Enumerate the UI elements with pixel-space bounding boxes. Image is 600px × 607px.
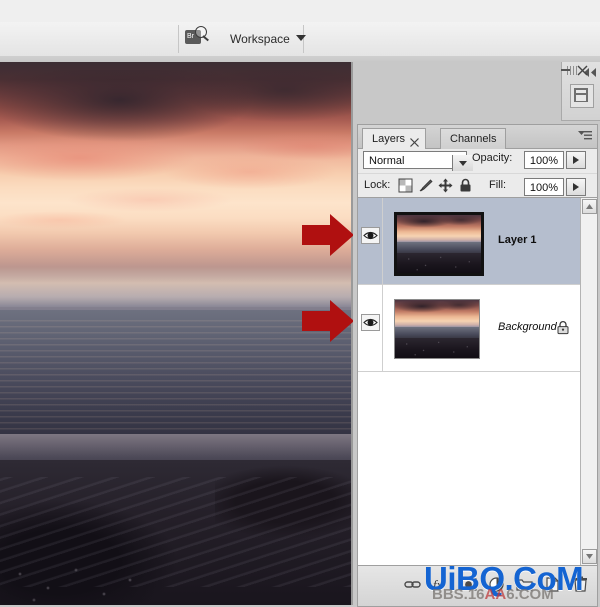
scrollbar[interactable] [580, 198, 597, 565]
arrow-to-layer-1 [302, 212, 354, 258]
chain-link-icon[interactable] [402, 574, 423, 595]
thumbnail-image [397, 215, 481, 273]
tab-close-icon[interactable] [410, 134, 419, 147]
eye-icon[interactable] [361, 227, 380, 244]
padlock-icon [556, 320, 570, 335]
move-cross-icon[interactable] [438, 178, 453, 193]
tab-layers-label: Layers [372, 133, 406, 145]
image-horizon [0, 267, 351, 307]
scroll-down-icon[interactable] [582, 549, 597, 564]
scroll-up-icon[interactable] [582, 199, 597, 214]
layer-thumbnail[interactable] [394, 212, 484, 276]
panel-window-buttons [561, 63, 600, 79]
arrow-to-background [302, 298, 354, 344]
padlock-icon[interactable] [458, 178, 473, 193]
chevron-down-icon[interactable] [452, 155, 473, 171]
lock-row: Lock: Fill: 100% [358, 173, 597, 198]
trash-icon[interactable] [570, 574, 591, 595]
layers-panel: Layers Channels Normal Opacity: 100% Loc… [357, 65, 598, 607]
layer-name[interactable]: Background [498, 321, 557, 333]
eye-icon[interactable] [361, 314, 380, 331]
chevron-down-icon [295, 35, 306, 41]
checkerboard-icon[interactable] [398, 178, 413, 193]
panel-menu-icon[interactable] [577, 129, 593, 144]
layer-name[interactable]: Layer 1 [498, 234, 537, 246]
layer-visibility-cell [358, 198, 383, 284]
tab-channels-label: Channels [450, 133, 497, 145]
layers-panel-toolbar: fx [358, 565, 597, 606]
canvas-image[interactable] [0, 62, 351, 605]
image-foam [0, 562, 160, 605]
opacity-label: Opacity: [472, 152, 513, 164]
svg-text:fx: fx [433, 577, 443, 592]
folder-icon[interactable] [514, 574, 535, 595]
fill-input[interactable]: 100% [524, 178, 564, 196]
opacity-stepper-button[interactable] [566, 151, 586, 169]
workspace-label: Workspace [230, 32, 290, 46]
fill-label: Fill: [489, 179, 507, 191]
image-sea-glint [0, 320, 351, 430]
blend-mode-value: Normal [369, 155, 405, 167]
layer-list: Layer 1 Background [358, 197, 597, 565]
opacity-input[interactable]: 100% [524, 151, 564, 169]
mask-icon[interactable] [458, 574, 479, 595]
panel-icon[interactable] [570, 84, 594, 108]
thumbnail-image [395, 300, 479, 358]
table-row[interactable]: Layer 1 [358, 198, 580, 285]
table-row[interactable]: Background [358, 285, 580, 372]
new-page-icon[interactable] [542, 574, 563, 595]
close-icon[interactable] [577, 63, 588, 76]
top-bar: Workspace [0, 0, 600, 62]
minimize-icon[interactable] [561, 69, 570, 71]
panel-tab-strip: Layers Channels [358, 125, 597, 149]
tab-layers[interactable]: Layers [362, 128, 427, 149]
blend-mode-select[interactable]: Normal [363, 151, 473, 171]
tab-channels[interactable]: Channels [440, 128, 507, 149]
magnifier-handle-icon [202, 35, 209, 42]
brush-icon[interactable] [418, 178, 433, 193]
lock-label: Lock: [364, 179, 391, 191]
fill-stepper-button[interactable] [566, 178, 586, 196]
bridge-button[interactable] [182, 24, 210, 54]
document-window[interactable] [0, 62, 353, 605]
menu-bar [0, 0, 600, 23]
blend-mode-row: Normal Opacity: 100% [358, 149, 597, 172]
half-circle-icon[interactable] [486, 574, 507, 595]
options-separator-left [178, 25, 179, 53]
layer-visibility-cell [358, 285, 383, 371]
fx-icon[interactable]: fx [430, 574, 451, 595]
workspace-button[interactable]: Workspace [222, 24, 314, 54]
image-cloud-low [0, 182, 351, 242]
right-dock: Layers Channels Normal Opacity: 100% Loc… [353, 62, 600, 607]
layer-thumbnail[interactable] [394, 299, 480, 359]
